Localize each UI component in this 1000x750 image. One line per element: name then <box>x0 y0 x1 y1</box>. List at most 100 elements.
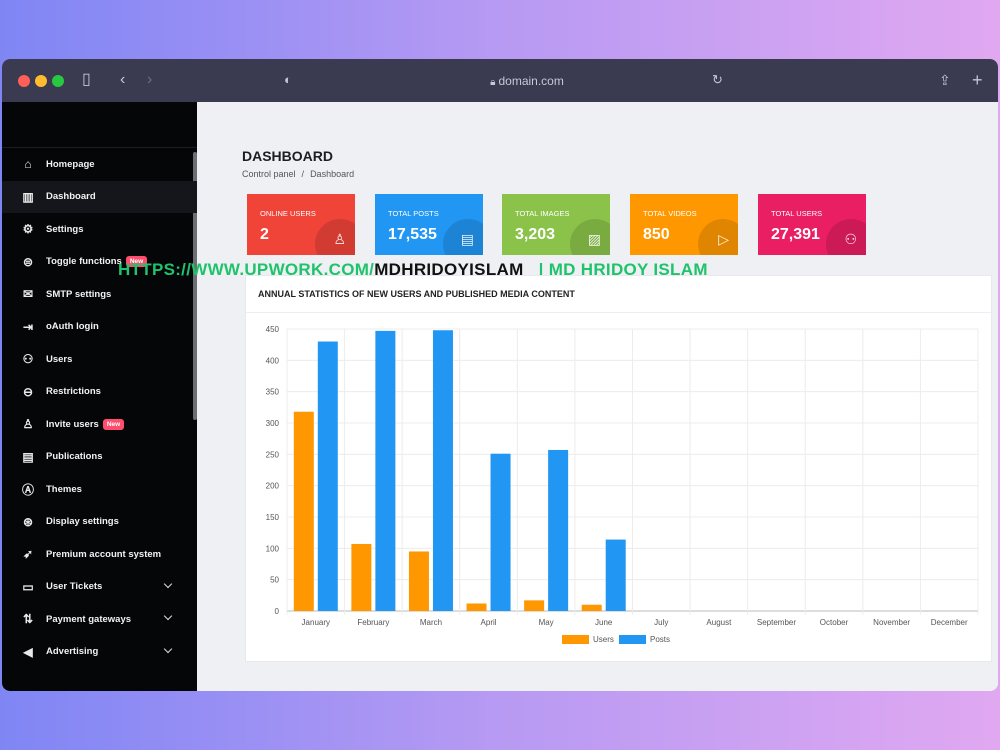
bar-users-march[interactable] <box>408 551 429 611</box>
maximize-window-button[interactable] <box>52 75 64 87</box>
sidebar-item-label: Restrictions <box>46 386 101 398</box>
image-icon: ▨ <box>587 231 601 247</box>
bar-posts-march[interactable] <box>432 330 453 611</box>
sidebar-item-label: Premium account system <box>46 548 162 560</box>
stat-card-online-users[interactable]: ONLINE USERS 2 ♙ <box>247 194 355 255</box>
stat-card-value: 850 <box>643 226 670 243</box>
sidebar-item-label: User Tickets <box>46 581 103 593</box>
transfer-icon: ⇅ <box>22 612 34 627</box>
minimize-window-button[interactable] <box>35 75 47 87</box>
user-plus-icon: ♙ <box>22 417 34 432</box>
forward-arrow-icon[interactable]: › <box>147 69 152 91</box>
x-tick-label: June <box>595 618 613 627</box>
legend-label-posts: Posts <box>650 635 670 644</box>
close-window-button[interactable] <box>18 75 30 87</box>
bar-users-february[interactable] <box>351 543 372 611</box>
sidebar-item-payment-gateways[interactable]: ⇅ Payment gateways <box>2 603 197 636</box>
sidebar-item-label: Publications <box>46 451 103 463</box>
x-tick-label: March <box>420 618 442 627</box>
address-bar[interactable]: 🔒︎ domain.com <box>472 72 582 90</box>
bar-users-january[interactable] <box>293 411 314 611</box>
x-tick-label: April <box>481 618 497 627</box>
sidebar-item-homepage[interactable]: ⌂ Homepage <box>2 148 197 181</box>
chevron-down-icon[interactable] <box>163 579 173 588</box>
sidebar-item-display-settings[interactable]: ⊛ Display settings <box>2 506 197 539</box>
sidebar-item-invite-users[interactable]: ♙ Invite users New <box>2 408 197 441</box>
home-icon: ⌂ <box>24 157 32 172</box>
x-tick-label: July <box>654 618 668 627</box>
x-tick-label: December <box>931 618 968 627</box>
sidebar-item-label: Themes <box>46 483 82 495</box>
sidebar-item-restrictions[interactable]: ⊖ Restrictions <box>2 376 197 409</box>
sidebar-item-themes[interactable]: Ⓐ Themes <box>2 473 197 506</box>
sidebar-item-advertising[interactable]: ◀ Advertising <box>2 636 197 669</box>
x-tick-label: August <box>706 618 732 627</box>
sidebar-item-label: Invite users <box>46 418 99 430</box>
bar-posts-april[interactable] <box>490 453 511 611</box>
bar-posts-may[interactable] <box>548 449 569 611</box>
stat-card-label: TOTAL USERS <box>771 209 823 218</box>
sidebar-item-premium-account-system[interactable]: ➶ Premium account system <box>2 538 197 571</box>
legend-swatch-posts[interactable] <box>619 635 646 644</box>
chevron-down-icon[interactable] <box>163 611 173 621</box>
chevron-down-icon[interactable] <box>163 644 173 653</box>
sidebar-item-publications[interactable]: ▤ Publications <box>2 441 197 474</box>
y-tick-label: 300 <box>266 419 280 428</box>
gear-icon: ⚙ <box>22 222 34 237</box>
publications-icon: ▤ <box>22 449 34 464</box>
lock-icon: 🔒︎ <box>490 77 496 88</box>
bar-users-june[interactable] <box>581 604 602 611</box>
y-tick-label: 100 <box>266 544 280 553</box>
login-icon: ⇥ <box>22 319 34 334</box>
shield-icon[interactable]: ◐ <box>284 69 292 91</box>
x-tick-label: October <box>820 618 849 627</box>
users-icon: ⚇ <box>22 352 34 367</box>
sidebar-item-user-tickets[interactable]: ▭ User Tickets <box>2 571 197 604</box>
stat-card-total-images[interactable]: TOTAL IMAGES 3,203 ▨ <box>502 194 610 255</box>
bar-users-april[interactable] <box>466 603 487 611</box>
sidebar-item-label: Toggle functions <box>46 256 122 268</box>
stat-card-label: TOTAL POSTS <box>388 209 439 218</box>
sidebar-logo-area <box>2 102 197 148</box>
stat-card-value: 27,391 <box>771 226 820 243</box>
sidebar-item-users[interactable]: ⚇ Users <box>2 343 197 376</box>
mail-icon: ✉ <box>22 287 34 302</box>
stat-card-total-users[interactable]: TOTAL USERS 27,391 ⚇ <box>758 194 866 255</box>
breadcrumb-control-panel[interactable]: Control panel <box>242 169 296 179</box>
sidebar: ⌂ Homepage ▥ Dashboard ⚙ Settings ⊜ Toggle func… <box>2 102 197 691</box>
stat-card-value: 2 <box>260 226 269 243</box>
sidebar-toggle-icon[interactable]: ▯ <box>82 69 91 91</box>
bar-posts-january[interactable] <box>317 341 338 611</box>
stat-card-total-posts[interactable]: TOTAL POSTS 17,535 ▤ <box>375 194 483 255</box>
x-tick-label: January <box>302 618 330 627</box>
reload-icon[interactable]: ↻ <box>712 69 723 91</box>
x-tick-label: November <box>873 618 910 627</box>
sidebar-item-dashboard[interactable]: ▥ Dashboard <box>2 180 197 213</box>
sidebar-item-smtp-settings[interactable]: ✉ SMTP settings <box>2 278 197 311</box>
users-icon: ⚇ <box>844 231 857 247</box>
display-icon: ⊛ <box>22 514 34 529</box>
legend-label-users: Users <box>593 635 614 644</box>
legend-swatch-users[interactable] <box>562 635 589 644</box>
stat-card-total-videos[interactable]: TOTAL VIDEOS 850 ▷ <box>630 194 738 255</box>
stat-card-value: 3,203 <box>515 226 556 243</box>
bar-posts-june[interactable] <box>605 539 626 611</box>
tickets-icon: ▭ <box>22 579 34 594</box>
sidebar-item-settings[interactable]: ⚙ Settings <box>2 213 197 246</box>
share-icon[interactable]: ⇪ <box>939 69 951 91</box>
y-tick-label: 250 <box>266 450 280 459</box>
toggle-icon: ⊜ <box>22 254 34 269</box>
breadcrumb: Control panel / Dashboard <box>242 169 355 179</box>
breadcrumb-dashboard: Dashboard <box>310 169 355 179</box>
bar-users-may[interactable] <box>524 600 545 611</box>
bar-chart: 0 50 100 150 200 250 300 350 400 450 January Februa… <box>266 325 979 644</box>
sidebar-item-oauth-login[interactable]: ⇥ oAuth login <box>2 311 197 344</box>
y-tick-label: 350 <box>266 388 280 397</box>
back-arrow-icon[interactable]: ‹ <box>120 69 125 91</box>
bar-posts-february[interactable] <box>375 330 396 611</box>
y-tick-label: 400 <box>266 356 280 365</box>
sidebar-item-label: Homepage <box>46 158 95 170</box>
new-tab-icon[interactable]: + <box>972 69 983 91</box>
chart-panel: ANNUAL STATISTICS OF NEW USERS AND PUBLI… <box>245 275 992 662</box>
sidebar-item-label: Advertising <box>46 646 99 658</box>
